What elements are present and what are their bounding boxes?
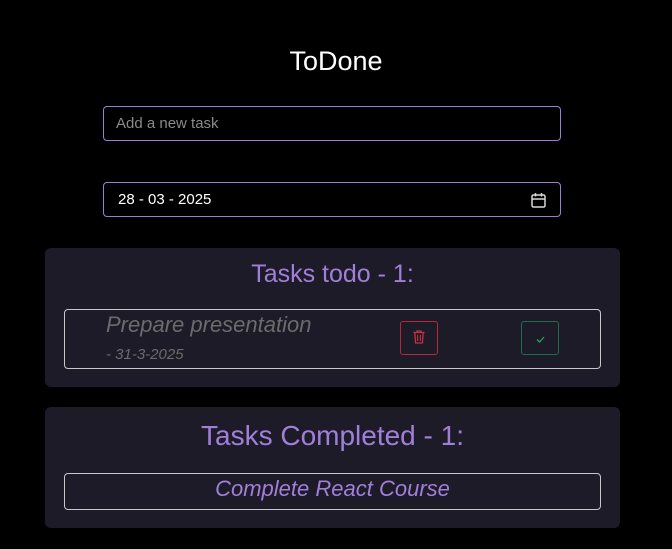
- completed-task-item: Complete React Course: [64, 473, 601, 510]
- todo-task-item: Prepare presentation - 31-3-2025: [64, 309, 601, 369]
- complete-task-button[interactable]: [521, 321, 559, 355]
- check-icon: [536, 331, 545, 346]
- delete-task-button[interactable]: [400, 321, 438, 355]
- completed-panel: Tasks Completed - 1: Complete React Cour…: [45, 407, 620, 528]
- task-due-date: - 31-3-2025: [106, 346, 184, 363]
- date-value[interactable]: 28 - 03 - 2025: [118, 191, 211, 208]
- completed-task-title: Complete React Course: [215, 476, 450, 501]
- calendar-icon[interactable]: [530, 192, 546, 208]
- todo-panel: Tasks todo - 1: Prepare presentation - 3…: [45, 248, 620, 387]
- app-title: ToDone: [289, 46, 383, 76]
- task-title: Prepare presentation: [106, 312, 312, 337]
- completed-heading: Tasks Completed - 1:: [201, 420, 464, 451]
- date-picker[interactable]: 28 - 03 - 2025: [103, 182, 561, 217]
- app-root: ToDone 28 - 03 - 2025 Tasks todo - 1: Pr…: [0, 0, 672, 549]
- todo-heading: Tasks todo - 1:: [251, 260, 414, 288]
- new-task-input[interactable]: [103, 106, 561, 141]
- trash-icon: [413, 329, 425, 347]
